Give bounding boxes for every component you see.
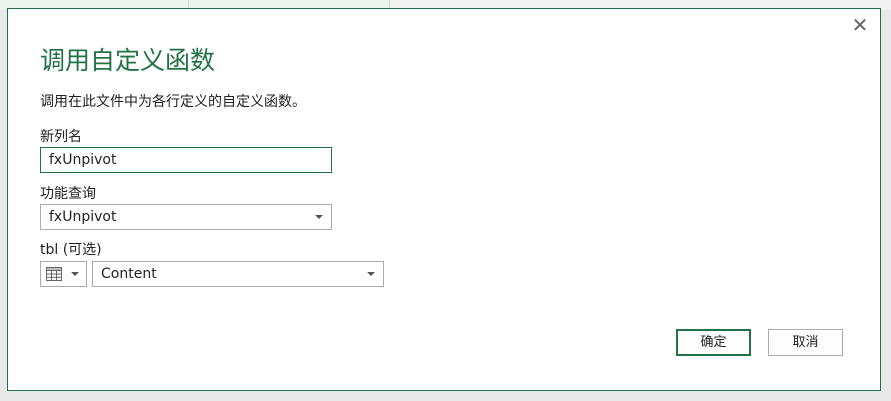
tbl-param-select[interactable]: Content xyxy=(92,261,384,287)
table-icon xyxy=(46,267,62,281)
tbl-param-label: tbl (可选) xyxy=(40,242,102,258)
chevron-down-icon xyxy=(315,215,323,219)
invoke-custom-function-dialog: ✕ 调用自定义函数 调用在此文件中为各行定义的自定义函数。 新列名 fxUnpi… xyxy=(7,8,881,391)
function-query-value: fxUnpivot xyxy=(49,209,117,225)
new-column-label: 新列名 xyxy=(40,129,82,145)
dialog-title: 调用自定义函数 xyxy=(40,46,216,75)
new-column-input[interactable]: fxUnpivot xyxy=(40,147,332,173)
chevron-down-icon xyxy=(367,272,375,276)
chevron-down-icon xyxy=(71,272,79,276)
dialog-description: 调用在此文件中为各行定义的自定义函数。 xyxy=(40,94,306,110)
function-query-select[interactable]: fxUnpivot xyxy=(40,204,332,230)
parameter-type-button[interactable] xyxy=(40,261,87,287)
ok-button[interactable]: 确定 xyxy=(676,329,751,356)
function-query-label: 功能查询 xyxy=(40,186,96,202)
cancel-button[interactable]: 取消 xyxy=(768,329,843,356)
tbl-param-value: Content xyxy=(101,266,157,282)
close-icon[interactable]: ✕ xyxy=(850,15,870,35)
